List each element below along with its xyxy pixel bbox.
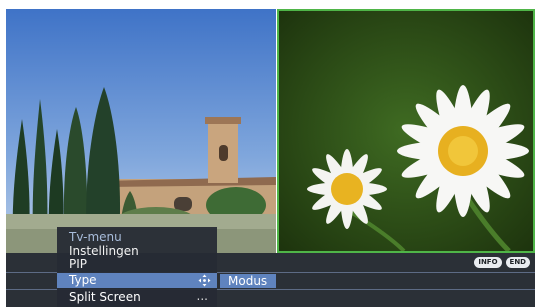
menu-item-split-screen-label: Split Screen [69, 290, 141, 304]
move-arrows-icon [198, 274, 211, 287]
menu-title: Tv-menu [69, 230, 122, 244]
menu-item-type[interactable]: Type [57, 273, 217, 288]
daisies-image [279, 11, 533, 251]
menu-item-split-screen[interactable]: Split Screen ... [57, 289, 217, 305]
breadcrumb-settings[interactable]: Instellingen [69, 244, 139, 258]
breadcrumb-pip[interactable]: PIP [69, 257, 87, 271]
end-key-badge[interactable]: END [505, 257, 530, 268]
tv-screen: INFO END Tv-menu Instellingen PIP Type S… [0, 0, 542, 307]
main-picture-landscape [6, 9, 276, 253]
more-options-indicator: ... [196, 289, 208, 303]
submenu-modus-label: Modus [228, 274, 268, 288]
pip-picture-daisies[interactable] [277, 9, 535, 253]
menu-item-type-label: Type [69, 273, 97, 287]
info-key-badge[interactable]: INFO [474, 257, 502, 268]
osd-key-hints: INFO END [474, 257, 530, 268]
submenu-modus[interactable]: Modus [220, 274, 276, 288]
landscape-image [6, 9, 276, 253]
